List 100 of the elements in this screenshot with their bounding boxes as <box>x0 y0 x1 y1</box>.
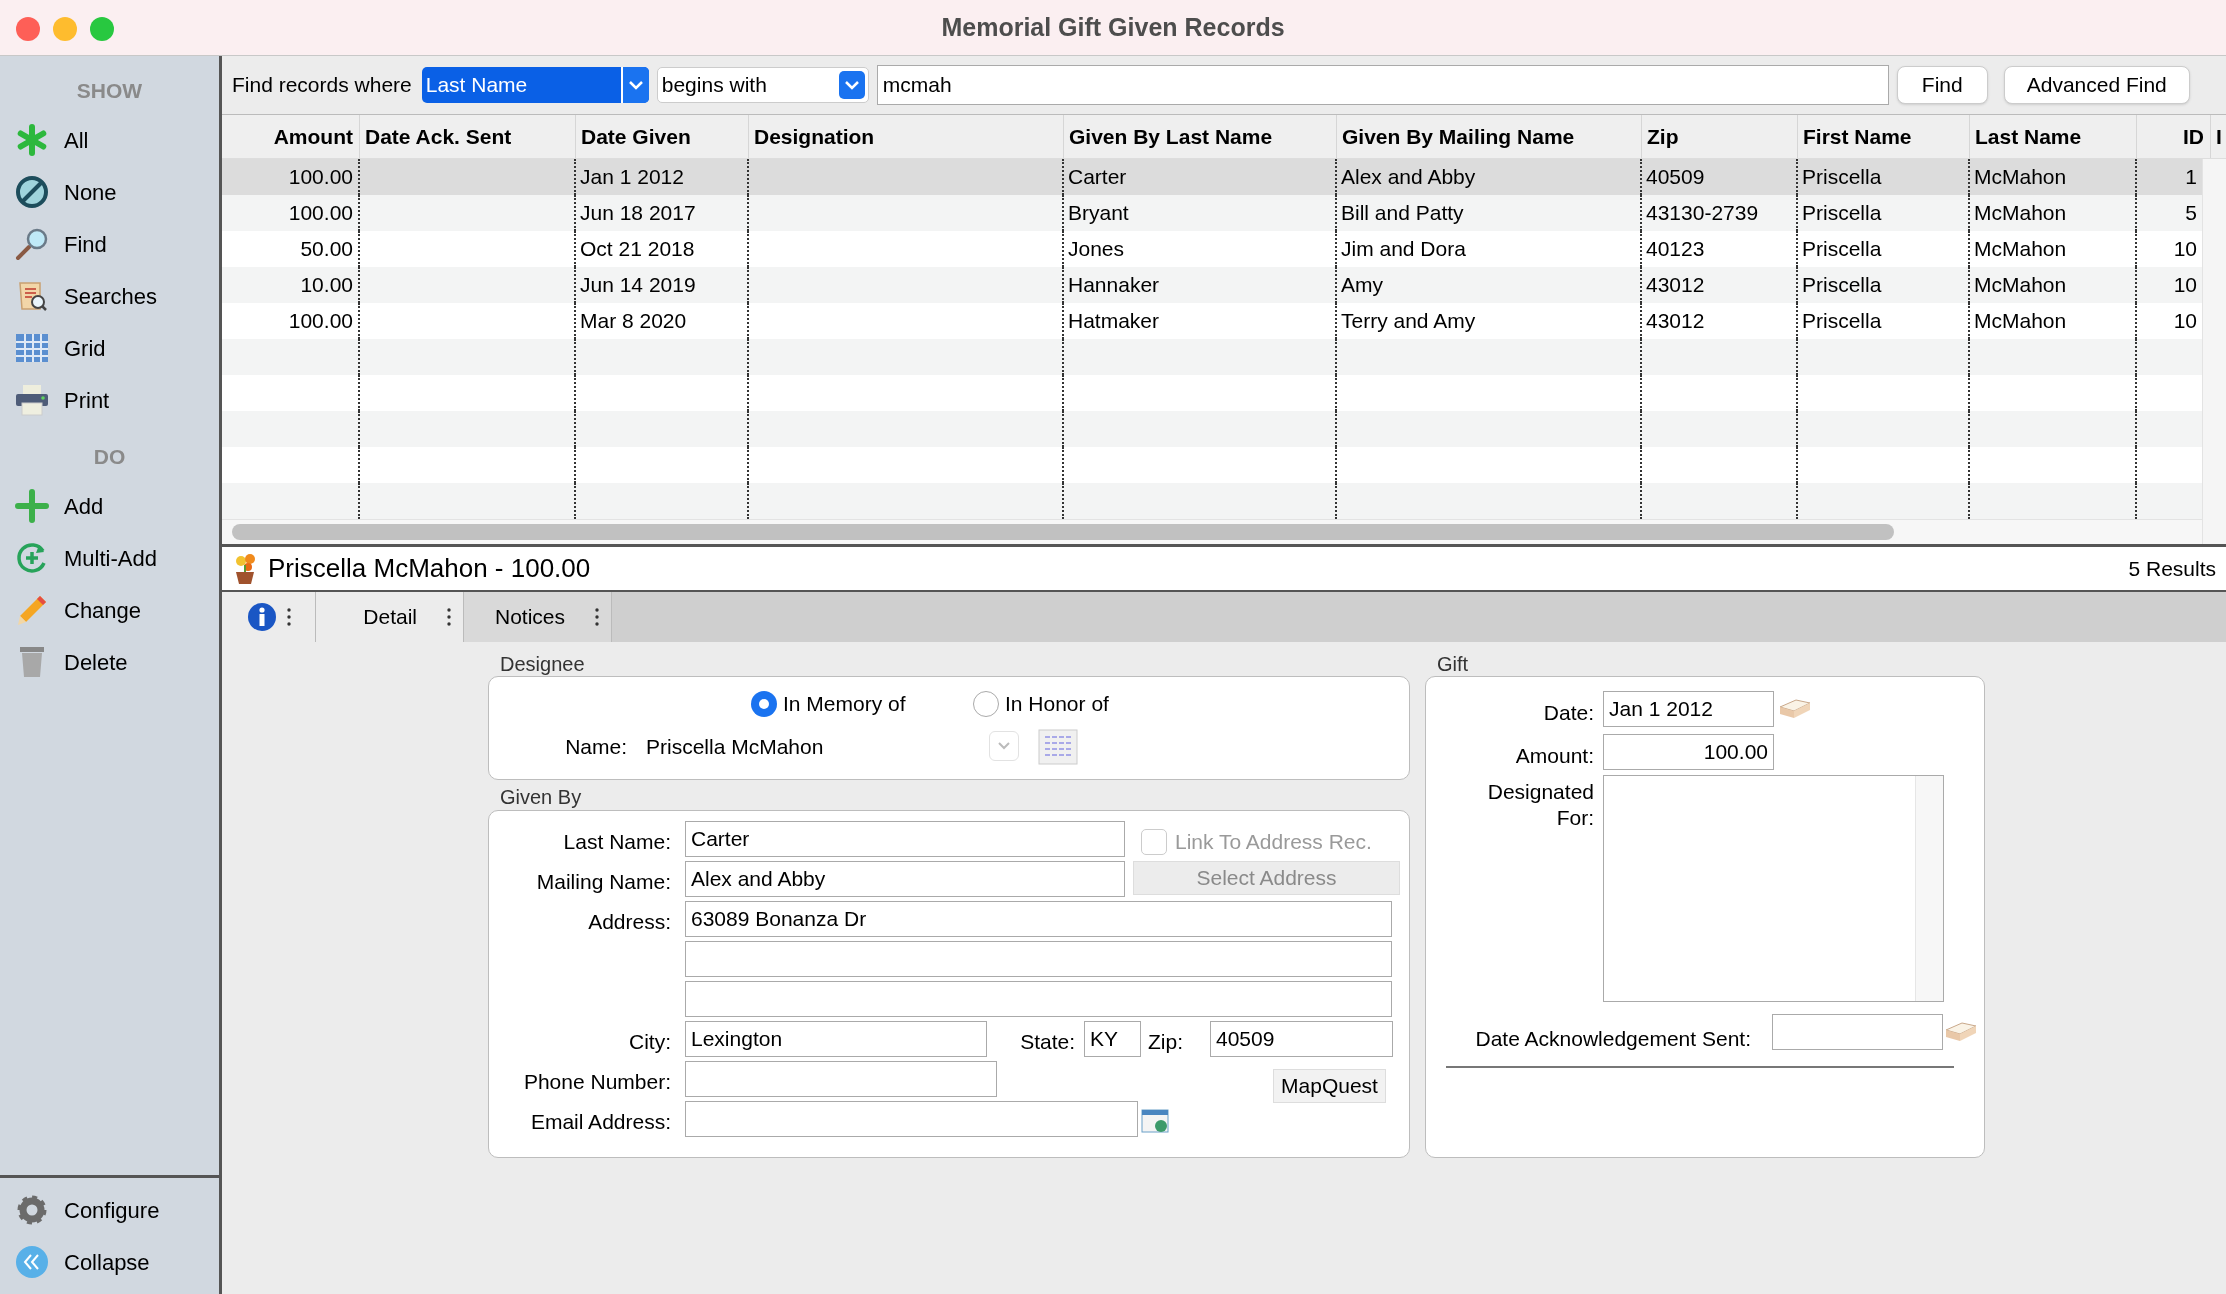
field-label: City: <box>629 1029 671 1055</box>
address-field[interactable] <box>685 941 1392 977</box>
mailing-name-field[interactable]: Alex and Abby <box>685 861 1125 897</box>
dropdown-button[interactable] <box>989 731 1019 761</box>
section-heading: Gift <box>1436 652 1470 676</box>
sidebar-item[interactable]: Add <box>0 480 219 532</box>
column-header[interactable]: I <box>2211 115 2226 158</box>
state-field[interactable]: KY <box>1084 1021 1141 1057</box>
chevron-down-icon <box>627 79 644 91</box>
pencil-icon <box>15 593 49 627</box>
more-options-icon[interactable] <box>286 608 291 626</box>
list-icon[interactable] <box>1038 729 1078 765</box>
zoom-button[interactable] <box>90 17 114 41</box>
sidebar-item[interactable]: Configure <box>0 1184 219 1236</box>
double-chevron-icon <box>15 1245 49 1279</box>
printer-icon <box>15 383 49 417</box>
field-label: Zip: <box>1148 1029 1183 1055</box>
last-name-field[interactable]: Carter <box>685 821 1125 857</box>
plus-icon <box>15 489 49 523</box>
sidebar-item[interactable]: Searches <box>0 270 219 322</box>
record-title: Priscella McMahon - 100.00 <box>268 552 591 585</box>
field-label: Date: <box>1543 700 1594 726</box>
advanced-find-button[interactable]: Advanced Find <box>2003 66 2190 104</box>
zip-field[interactable]: 40509 <box>1210 1021 1393 1057</box>
field-label: Last Name: <box>563 829 671 855</box>
info-icon <box>246 602 277 632</box>
field-label: Date Acknowledgement Sent: <box>1475 1026 1751 1052</box>
column-header[interactable]: Given By Mailing Name <box>1337 115 1642 158</box>
table-cell-text: 5 <box>2184 200 2198 227</box>
section-heading: Designee <box>499 652 586 676</box>
section-heading: DO <box>92 444 127 471</box>
address-field[interactable]: 63089 Bonanza Dr <box>685 901 1392 937</box>
sidebar-item[interactable]: Print <box>0 374 219 426</box>
grid-icon <box>15 332 49 364</box>
search-label: Find records where <box>232 72 412 99</box>
designated-for-field[interactable] <box>1603 775 1944 1002</box>
date-field[interactable]: Jan 1 2012 <box>1603 691 1774 727</box>
column-header[interactable]: ID <box>2137 115 2211 158</box>
results-count: 5 Results <box>2128 555 2216 582</box>
field-label: Phone Number: <box>523 1069 671 1095</box>
phone-field[interactable] <box>685 1061 997 1097</box>
column-header[interactable]: First Name <box>1798 115 1970 158</box>
mapquest-button[interactable]: MapQuest <box>1273 1069 1386 1103</box>
field-label: Amount: <box>1515 743 1594 769</box>
sidebar-item[interactable]: Change <box>0 584 219 636</box>
field-label: Address: <box>588 909 671 935</box>
section-heading: Given By <box>499 785 583 810</box>
chevron-down-icon <box>997 741 1011 751</box>
sidebar-item[interactable]: Find <box>0 218 219 270</box>
sidebar-item[interactable]: Delete <box>0 636 219 688</box>
field-dropdown[interactable]: Last Name <box>421 67 649 103</box>
column-header[interactable]: Amount <box>222 115 360 158</box>
tab[interactable]: Detail <box>316 592 464 642</box>
city-field[interactable]: Lexington <box>685 1021 987 1057</box>
settings-icon <box>15 1193 49 1227</box>
field-label: Mailing Name: <box>536 869 671 895</box>
table-cell-text: 1 <box>2184 164 2198 191</box>
sidebar-item[interactable]: Collapse <box>0 1236 219 1288</box>
column-header[interactable]: Last Name <box>1970 115 2137 158</box>
scrollbar-thumb[interactable] <box>232 524 1894 540</box>
prohibited-icon <box>15 175 49 209</box>
column-header[interactable]: Date Given <box>576 115 749 158</box>
column-header[interactable]: Date Ack. Sent <box>360 115 576 158</box>
minimize-button[interactable] <box>53 17 77 41</box>
card-icon[interactable] <box>1141 1107 1169 1135</box>
search-field[interactable]: mcmah <box>876 65 1889 105</box>
table-row[interactable]: 100.00 Jan 1 2012 Carter Alex and Abby 40509 Priscella McMahon 1 <box>222 159 2202 195</box>
section-heading: SHOW <box>75 78 144 105</box>
operator-dropdown[interactable]: begins with <box>656 67 869 103</box>
table-row[interactable]: 10.00 Jun 14 2019 Hannaker Amy 43012 Priscella McMahon 10 <box>222 267 2202 303</box>
field-label: Name: <box>565 734 627 760</box>
table-row[interactable]: 100.00 Jun 18 2017 Bryant Bill and Patty 43130-2739 Priscella McMahon 5 <box>222 195 2202 231</box>
radio-option[interactable]: In Honor of <box>973 688 1109 720</box>
radio-option[interactable]: In Memory of <box>751 688 906 720</box>
window-title: Memorial Gift Given Records <box>941 11 1285 43</box>
sidebar-item[interactable]: None <box>0 166 219 218</box>
column-header[interactable]: Given By Last Name <box>1064 115 1337 158</box>
column-header[interactable]: Zip <box>1642 115 1798 158</box>
address-field[interactable] <box>685 981 1392 1017</box>
close-button[interactable] <box>16 17 40 41</box>
email-field[interactable] <box>685 1101 1138 1137</box>
table-cell-text: 10 <box>2172 236 2198 263</box>
sidebar-item[interactable]: All <box>0 114 219 166</box>
more-options-icon[interactable] <box>595 608 599 626</box>
field-label: Email Address: <box>530 1109 671 1135</box>
trash-icon <box>17 645 47 679</box>
column-header[interactable]: Designation <box>749 115 1064 158</box>
table-cell-text: 10 <box>2172 272 2198 299</box>
chevron-down-icon <box>843 79 860 91</box>
field-label: Designated For: <box>1486 779 1594 831</box>
tab[interactable]: Notices <box>464 592 612 642</box>
table-cell-text: 10 <box>2172 308 2198 335</box>
info-tab[interactable] <box>222 592 316 642</box>
sidebar-item[interactable]: Multi-Add <box>0 532 219 584</box>
find-button[interactable]: Find <box>1896 66 1988 104</box>
field-label: State: <box>1020 1029 1075 1055</box>
sidebar-item[interactable]: Grid <box>0 322 219 374</box>
date-acknowledged-field[interactable] <box>1772 1014 1943 1050</box>
amount-field[interactable]: 100.00 <box>1603 734 1774 770</box>
more-options-icon[interactable] <box>447 608 451 626</box>
